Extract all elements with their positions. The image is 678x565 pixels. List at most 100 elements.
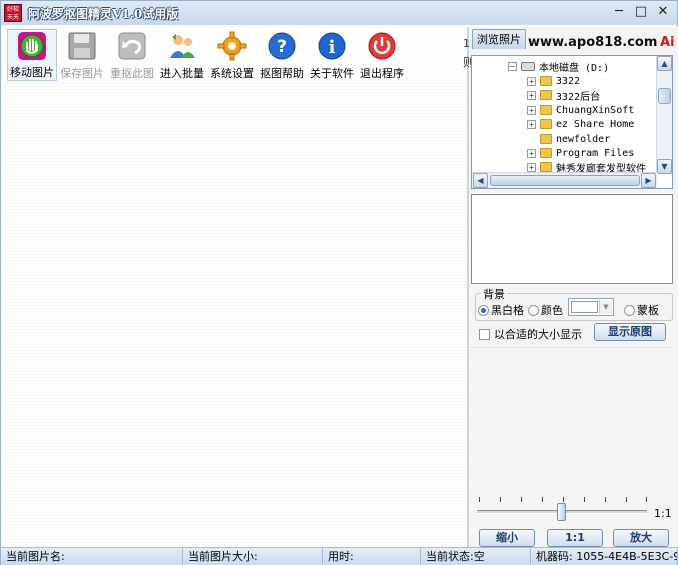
help-icon: ? <box>265 29 299 62</box>
tree-horizontal-scrollbar[interactable]: ◀ ▶ <box>472 172 658 188</box>
image-canvas[interactable] <box>3 83 467 545</box>
background-color-option[interactable]: 颜色 <box>528 302 563 318</box>
tree-vertical-scrollbar[interactable]: ▲ ▼ <box>656 56 672 174</box>
svg-text:?: ? <box>277 37 287 57</box>
zoom-out-button[interactable]: 缩小 <box>479 529 535 547</box>
zoom-panel-area <box>471 347 673 492</box>
undo-icon <box>115 29 149 62</box>
zoom-reset-button[interactable]: 1:1 <box>547 529 603 547</box>
background-checker-option[interactable]: 黑白格 <box>478 302 524 318</box>
tab-browse-photos[interactable]: 浏览照片 <box>472 29 526 49</box>
window-title: 阿波罗抠图精灵V1.0试用版 <box>28 6 179 21</box>
app-icon: 好软 天天 <box>4 4 22 22</box>
cutout-help-label: 抠图帮助 <box>260 67 304 80</box>
main-toolbar: 移动图片 保存图片 重抠此图 进入批量 系统设置 ? 抠图帮助 i 关于软件 退… <box>7 29 407 81</box>
chevron-down-icon[interactable]: ▼ <box>599 300 612 314</box>
background-checker-label: 黑白格 <box>491 304 524 317</box>
status-elapsed: 用时: <box>323 548 421 565</box>
tree-item-label: newfolder <box>556 133 611 145</box>
zoom-in-button[interactable]: 放大 <box>613 529 669 547</box>
radio-checker[interactable] <box>478 304 489 316</box>
status-image-name: 当前图片名: <box>1 548 183 565</box>
expand-icon[interactable]: + <box>527 76 536 86</box>
tree-item-label: 3322 <box>556 75 581 87</box>
title-bar: 好软 天天 阿波罗抠图精灵V1.0试用版 ─ □ ✕ <box>1 1 677 25</box>
scroll-down-icon[interactable]: ▼ <box>657 159 672 174</box>
expand-icon[interactable]: + <box>527 90 536 100</box>
scroll-left-icon[interactable]: ◀ <box>473 173 488 188</box>
move-image-button[interactable]: 移动图片 <box>7 29 57 81</box>
cutout-help-button[interactable]: ? 抠图帮助 <box>257 29 307 81</box>
about-button[interactable]: i 关于软件 <box>307 29 357 81</box>
svg-text:i: i <box>329 37 336 58</box>
maximize-button[interactable]: □ <box>633 4 649 20</box>
scroll-right-icon[interactable]: ▶ <box>641 173 656 188</box>
system-settings-label: 系统设置 <box>210 67 254 80</box>
status-machine-code: 机器码: 1055-4E4B-5E3C-9 <box>536 549 677 563</box>
expand-icon[interactable]: + <box>527 119 536 129</box>
tree-item[interactable]: + ChuangXinSoft <box>527 103 634 117</box>
tree-item-label: 3322后台 <box>556 91 601 103</box>
site-logo-tail: Ai <box>660 35 675 50</box>
background-color-label: 颜色 <box>541 304 563 317</box>
save-image-button[interactable]: 保存图片 <box>57 29 107 81</box>
background-group-label: 背景 <box>481 286 507 302</box>
background-mask-option[interactable]: 蒙板 <box>624 302 659 318</box>
thumbnail-preview <box>471 194 673 284</box>
gear-icon <box>215 29 249 62</box>
folder-icon <box>540 119 552 129</box>
fit-size-option[interactable]: 以合适的大小显示 <box>479 326 582 342</box>
show-original-button[interactable]: 显示原图 <box>594 323 666 341</box>
folder-icon <box>540 76 552 86</box>
zoom-readout: 1:1 <box>654 507 672 520</box>
expand-icon[interactable]: + <box>527 162 536 172</box>
minimize-button[interactable]: ─ <box>611 4 627 20</box>
status-state: 当前状态:空 <box>421 548 531 565</box>
background-mask-label: 蒙板 <box>637 304 659 317</box>
redo-cutout-label: 重抠此图 <box>110 67 154 80</box>
tree-root-label: 本地磁盘 (D:) <box>539 62 610 74</box>
horizontal-scroll-thumb[interactable] <box>490 175 640 186</box>
color-picker-dropdown[interactable]: ▼ <box>568 298 614 316</box>
zoom-slider-thumb[interactable] <box>557 503 566 521</box>
color-swatch <box>571 301 598 313</box>
app-window: 好软 天天 阿波罗抠图精灵V1.0试用版 ─ □ ✕ 移动图片 保存图片 重抠此… <box>0 0 678 565</box>
tree-item[interactable]: + ez Share Home <box>527 117 634 131</box>
radio-mask[interactable] <box>624 304 635 316</box>
folder-icon <box>540 162 552 172</box>
expand-icon[interactable]: + <box>527 148 536 158</box>
exit-label: 退出程序 <box>360 67 404 80</box>
tree-root[interactable]: − 本地磁盘 (D:) <box>508 59 610 74</box>
info-icon: i <box>315 29 349 62</box>
move-image-label: 移动图片 <box>10 66 54 79</box>
window-controls: ─ □ ✕ <box>611 4 671 20</box>
tree-item[interactable]: + 3322 <box>527 74 580 88</box>
folder-icon <box>540 105 552 115</box>
tree-item[interactable]: + Program Files <box>527 146 634 160</box>
redo-cutout-button[interactable]: 重抠此图 <box>107 29 157 81</box>
tree-item[interactable]: newfolder <box>540 132 610 146</box>
tree-item-label: ez Share Home <box>556 118 635 130</box>
collapse-icon[interactable]: − <box>508 61 517 71</box>
fit-size-checkbox[interactable] <box>479 328 490 340</box>
hidden-panel-text: 1 <box>463 37 470 50</box>
folder-icon <box>540 134 552 144</box>
exit-button[interactable]: 退出程序 <box>357 29 407 81</box>
tree-item[interactable]: + 3322后台 <box>527 88 601 103</box>
radio-color[interactable] <box>528 304 539 316</box>
floppy-icon <box>65 29 99 62</box>
close-button[interactable]: ✕ <box>655 4 671 20</box>
hand-icon <box>15 30 49 61</box>
site-logo: www.apo818.com <box>528 35 658 50</box>
drive-icon <box>521 61 535 71</box>
status-bar: 当前图片名: 当前图片大小: 用时: 当前状态:空 机器码: 1055-4E4B… <box>1 547 677 565</box>
folder-icon <box>540 148 552 158</box>
scroll-up-icon[interactable]: ▲ <box>657 56 672 71</box>
batch-mode-button[interactable]: 进入批量 <box>157 29 207 81</box>
expand-icon[interactable]: + <box>527 105 536 115</box>
status-image-size: 当前图片大小: <box>183 548 323 565</box>
vertical-scroll-thumb[interactable] <box>658 88 671 104</box>
system-settings-button[interactable]: 系统设置 <box>207 29 257 81</box>
folder-tree[interactable]: − 本地磁盘 (D:) + 3322 + 3322后台 + ChuangXinS… <box>471 55 673 189</box>
fit-size-label: 以合适的大小显示 <box>494 328 582 341</box>
